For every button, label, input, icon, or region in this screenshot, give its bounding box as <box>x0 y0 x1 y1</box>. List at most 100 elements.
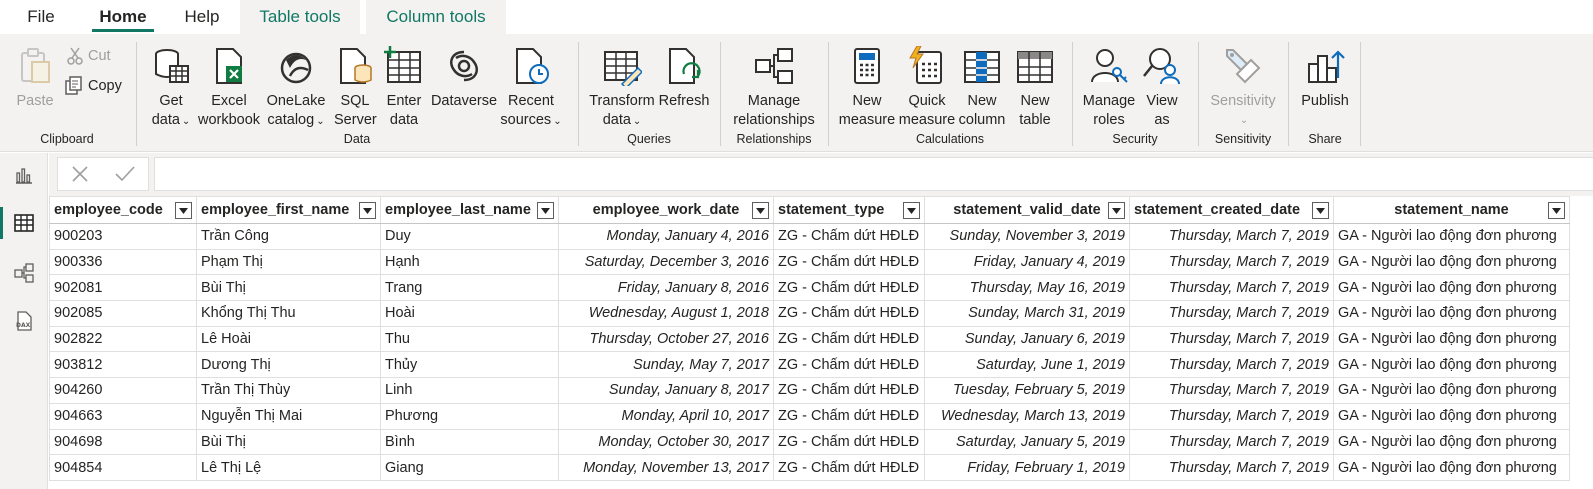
sql-server-button[interactable]: SQL Server <box>334 46 377 130</box>
sensitivity-button[interactable]: Sensitivity ⌄ <box>1206 46 1280 130</box>
tab-home[interactable]: Home <box>92 0 154 34</box>
filter-dropdown-icon[interactable] <box>175 202 192 219</box>
table-cell[interactable]: ZG - Chấm dứt HĐLĐ <box>773 248 925 276</box>
table-cell[interactable]: ZG - Chấm dứt HĐLĐ <box>773 402 925 430</box>
table-view-button[interactable] <box>0 201 48 245</box>
table-cell[interactable]: Trần Công <box>196 223 381 250</box>
table-cell[interactable]: Friday, January 8, 2016 <box>558 274 774 302</box>
column-header[interactable]: statement_name <box>1333 196 1570 224</box>
table-cell[interactable]: Hoài <box>380 300 559 327</box>
table-cell[interactable]: Thursday, March 7, 2019 <box>1129 377 1334 404</box>
table-cell[interactable]: Thủy <box>380 351 559 379</box>
table-cell[interactable]: Monday, April 10, 2017 <box>558 402 774 430</box>
table-cell[interactable]: Duy <box>380 223 559 250</box>
cut-button[interactable]: Cut <box>66 46 111 66</box>
filter-dropdown-icon[interactable] <box>359 202 376 219</box>
tab-help[interactable]: Help <box>176 0 228 34</box>
new-column-button[interactable]: New column <box>958 46 1006 130</box>
table-cell[interactable]: Thu <box>380 325 559 353</box>
filter-dropdown-icon[interactable] <box>537 202 554 219</box>
table-cell[interactable]: GA - Người lao động đơn phương <box>1333 454 1570 481</box>
table-cell[interactable]: Wednesday, August 1, 2018 <box>558 300 774 327</box>
table-cell[interactable]: Phương <box>380 402 559 430</box>
table-cell[interactable]: GA - Người lao động đơn phương <box>1333 377 1570 404</box>
table-cell[interactable]: Sunday, March 31, 2019 <box>924 300 1130 327</box>
column-header[interactable]: statement_type <box>773 196 925 224</box>
table-cell[interactable]: ZG - Chấm dứt HĐLĐ <box>773 300 925 327</box>
table-cell[interactable]: Sunday, May 7, 2017 <box>558 351 774 379</box>
table-cell[interactable]: Linh <box>380 377 559 404</box>
column-header[interactable]: employee_code <box>49 196 197 224</box>
table-cell[interactable]: 900203 <box>49 223 197 250</box>
manage-relationships-button[interactable]: Manage relationships <box>724 46 824 130</box>
report-view-button[interactable] <box>0 153 48 197</box>
column-header[interactable]: employee_first_name <box>196 196 381 224</box>
column-header[interactable]: statement_valid_date <box>924 196 1130 224</box>
table-cell[interactable]: Giang <box>380 454 559 481</box>
table-cell[interactable]: 904663 <box>49 402 197 430</box>
table-cell[interactable]: Sunday, November 3, 2019 <box>924 223 1130 250</box>
table-cell[interactable]: Wednesday, March 13, 2019 <box>924 402 1130 430</box>
tab-column-tools[interactable]: Column tools <box>366 0 506 34</box>
tab-table-tools[interactable]: Table tools <box>240 0 360 34</box>
table-cell[interactable]: Thursday, March 7, 2019 <box>1129 274 1334 302</box>
table-cell[interactable]: Thursday, May 16, 2019 <box>924 274 1130 302</box>
table-cell[interactable]: ZG - Chấm dứt HĐLĐ <box>773 428 925 456</box>
filter-dropdown-icon[interactable] <box>1548 202 1565 219</box>
table-cell[interactable]: Friday, February 1, 2019 <box>924 454 1130 481</box>
table-cell[interactable]: Thursday, March 7, 2019 <box>1129 300 1334 327</box>
new-measure-button[interactable]: New measure <box>838 46 896 130</box>
table-cell[interactable]: Thursday, March 7, 2019 <box>1129 325 1334 353</box>
excel-workbook-button[interactable]: Excel workbook <box>196 46 262 130</box>
recent-sources-button[interactable]: Recent sources ⌄ <box>498 46 564 131</box>
model-view-button[interactable] <box>0 251 48 295</box>
table-cell[interactable]: Thursday, October 27, 2016 <box>558 325 774 353</box>
view-as-button[interactable]: View as <box>1140 46 1184 130</box>
table-cell[interactable]: GA - Người lao động đơn phương <box>1333 274 1570 302</box>
table-cell[interactable]: 903812 <box>49 351 197 379</box>
table-cell[interactable]: Lê Thị Lệ <box>196 454 381 481</box>
cancel-icon[interactable] <box>70 164 90 184</box>
filter-dropdown-icon[interactable] <box>1108 202 1125 219</box>
table-cell[interactable]: GA - Người lao động đơn phương <box>1333 428 1570 456</box>
publish-button[interactable]: Publish <box>1296 46 1354 111</box>
get-data-button[interactable]: Get data ⌄ <box>146 46 196 131</box>
paste-button[interactable]: Paste <box>12 46 58 111</box>
filter-dropdown-icon[interactable] <box>752 202 769 219</box>
commit-checkmark-icon[interactable] <box>114 164 136 184</box>
table-cell[interactable]: Saturday, January 5, 2019 <box>924 428 1130 456</box>
table-cell[interactable]: GA - Người lao động đơn phương <box>1333 325 1570 353</box>
table-cell[interactable]: Bình <box>380 428 559 456</box>
table-cell[interactable]: Trần Thị Thùy <box>196 377 381 404</box>
table-cell[interactable]: GA - Người lao động đơn phương <box>1333 300 1570 327</box>
table-cell[interactable]: Tuesday, February 5, 2019 <box>924 377 1130 404</box>
table-cell[interactable]: GA - Người lao động đơn phương <box>1333 248 1570 276</box>
filter-dropdown-icon[interactable] <box>1312 202 1329 219</box>
table-cell[interactable]: Trang <box>380 274 559 302</box>
filter-dropdown-icon[interactable] <box>903 202 920 219</box>
table-cell[interactable]: Thursday, March 7, 2019 <box>1129 454 1334 481</box>
dataverse-button[interactable]: Dataverse <box>430 46 498 111</box>
table-cell[interactable]: Monday, November 13, 2017 <box>558 454 774 481</box>
column-header[interactable]: employee_work_date <box>558 196 774 224</box>
dax-query-view-button[interactable]: DAX <box>0 299 48 343</box>
table-cell[interactable]: Hạnh <box>380 248 559 276</box>
table-cell[interactable]: Khổng Thị Thu <box>196 300 381 327</box>
enter-data-button[interactable]: Enter data <box>382 46 426 130</box>
table-cell[interactable]: 902085 <box>49 300 197 327</box>
quick-measure-button[interactable]: Quick measure <box>898 46 956 130</box>
table-cell[interactable]: GA - Người lao động đơn phương <box>1333 402 1570 430</box>
table-cell[interactable]: ZG - Chấm dứt HĐLĐ <box>773 351 925 379</box>
table-cell[interactable]: Nguyễn Thị Mai <box>196 402 381 430</box>
table-cell[interactable]: 902822 <box>49 325 197 353</box>
table-cell[interactable]: Lê Hoài <box>196 325 381 353</box>
table-cell[interactable]: Thursday, March 7, 2019 <box>1129 402 1334 430</box>
tab-file[interactable]: File <box>14 0 68 34</box>
table-cell[interactable]: 904260 <box>49 377 197 404</box>
table-cell[interactable]: Saturday, June 1, 2019 <box>924 351 1130 379</box>
table-cell[interactable]: Bùi Thị <box>196 428 381 456</box>
column-header[interactable]: employee_last_name <box>380 196 559 224</box>
formula-input[interactable] <box>154 157 1593 191</box>
table-cell[interactable]: Dương Thị <box>196 351 381 379</box>
copy-button[interactable]: Copy <box>64 76 122 96</box>
